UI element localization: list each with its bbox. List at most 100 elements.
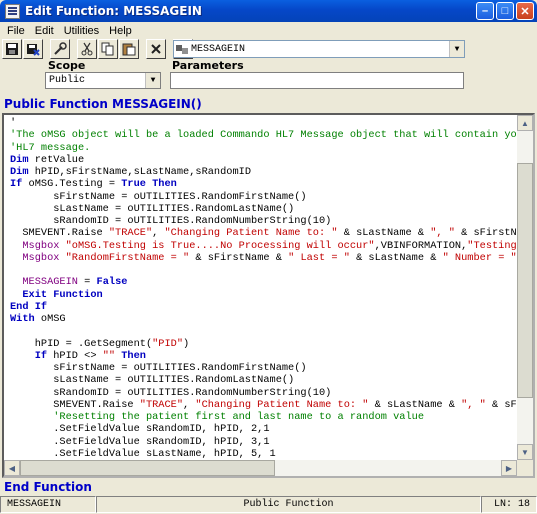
code-line[interactable]: Dim retValue bbox=[10, 153, 533, 166]
procedure-dropdown[interactable]: MESSAGEIN ▼ bbox=[173, 40, 465, 58]
code-line[interactable] bbox=[10, 325, 533, 337]
code-text[interactable]: ' 'The oMSG object will be a loaded Comma… bbox=[10, 117, 533, 472]
code-token: "Changing Patient Name to: " bbox=[164, 227, 338, 240]
code-line[interactable]: SMEVENT.Raise "TRACE", "Changing Patient… bbox=[10, 227, 533, 240]
code-line[interactable]: 'Resetting the patient first and last na… bbox=[10, 411, 533, 423]
scroll-right-icon[interactable]: ▶ bbox=[501, 460, 517, 476]
code-token: , bbox=[152, 227, 165, 240]
code-line[interactable]: .SetFieldValue sRandomID, hPID, 3,1 bbox=[10, 435, 533, 448]
code-line[interactable]: If hPID <> "" Then bbox=[10, 349, 533, 362]
code-line[interactable]: hPID = .GetSegment("PID") bbox=[10, 337, 533, 350]
paste-icon[interactable] bbox=[119, 39, 139, 59]
scope-dropdown[interactable]: Public ▼ bbox=[45, 72, 161, 89]
code-line[interactable]: SMEVENT.Raise "TRACE", "Changing Patient… bbox=[10, 398, 533, 411]
function-header: Public Function MESSAGEIN() bbox=[4, 97, 202, 111]
scroll-thumb[interactable] bbox=[517, 163, 533, 398]
code-token: " Last = " bbox=[288, 251, 350, 264]
code-line[interactable]: sFirstName = oUTILITIES.RandomFirstName(… bbox=[10, 362, 533, 374]
code-token: sFirstName = oUTILITIES.RandomFirstName(… bbox=[10, 362, 307, 374]
code-line[interactable]: With oMSG bbox=[10, 313, 533, 325]
code-line[interactable]: Exit Function bbox=[10, 288, 533, 301]
save-all-icon[interactable] bbox=[23, 39, 43, 59]
code-token: True Then bbox=[121, 178, 177, 191]
code-token: "" bbox=[102, 349, 116, 362]
cut-icon[interactable] bbox=[77, 39, 97, 59]
code-token: & sLastName & bbox=[368, 398, 462, 411]
code-line[interactable]: sFirstName = oUTILITIES.RandomFirstName(… bbox=[10, 190, 533, 203]
hscroll-thumb[interactable] bbox=[20, 460, 275, 476]
minimize-button[interactable]: – bbox=[476, 2, 494, 20]
parameters-input[interactable] bbox=[170, 72, 464, 89]
code-line[interactable]: Msgbox "RandomFirstName = " & sFirstName… bbox=[10, 251, 533, 264]
scope-label: Scope bbox=[48, 59, 86, 72]
code-token: hPID,sFirstName,sLastName,sRandomID bbox=[28, 166, 251, 178]
delete-icon[interactable] bbox=[146, 39, 166, 59]
procedure-icon bbox=[176, 45, 188, 54]
code-line[interactable]: 'HL7 message. bbox=[10, 142, 533, 154]
horizontal-scrollbar[interactable]: ◀ ▶ bbox=[4, 460, 517, 476]
code-token: MESSAGEIN bbox=[10, 276, 78, 289]
menu-file[interactable]: File bbox=[2, 25, 30, 37]
app-icon bbox=[5, 3, 20, 19]
scroll-left-icon[interactable]: ◀ bbox=[4, 460, 20, 476]
code-token: ) bbox=[183, 337, 190, 350]
code-token: sLastName = oUTILITIES.RandomLastName() bbox=[10, 374, 295, 387]
code-token: With bbox=[10, 313, 35, 325]
code-line[interactable]: sLastName = oUTILITIES.RandomLastName() bbox=[10, 374, 533, 387]
code-line[interactable]: sLastName = oUTILITIES.RandomLastName() bbox=[10, 202, 533, 215]
code-token: .SetFieldValue sRandomID, hPID, 3,1 bbox=[10, 435, 270, 448]
code-token: , bbox=[183, 398, 196, 411]
code-token: "PID" bbox=[152, 337, 184, 350]
tools-icon[interactable] bbox=[50, 39, 70, 59]
code-token: ' bbox=[10, 117, 17, 129]
chevron-down-icon[interactable]: ▼ bbox=[145, 73, 160, 88]
chevron-down-icon[interactable]: ▼ bbox=[449, 41, 464, 57]
code-token: Exit Function bbox=[10, 288, 103, 301]
code-token: sRandomID = oUTILITIES.RandomNumberStrin… bbox=[10, 215, 332, 227]
code-line[interactable]: MESSAGEIN = False bbox=[10, 276, 533, 289]
code-line[interactable]: End If bbox=[10, 300, 533, 313]
code-line[interactable]: Msgbox "oMSG.Testing is True....No Proce… bbox=[10, 239, 533, 252]
code-token: "TRACE" bbox=[139, 398, 184, 411]
code-line[interactable]: .SetFieldValue sLastName, hPID, 5, 1 bbox=[10, 448, 533, 460]
code-token: If bbox=[10, 349, 48, 362]
code-token: oMSG.Testing = bbox=[22, 178, 122, 191]
menu-edit[interactable]: Edit bbox=[30, 25, 59, 37]
save-icon[interactable] bbox=[2, 39, 22, 59]
code-token: "oMSG.Testing is True....No Processing w… bbox=[65, 239, 375, 252]
code-line[interactable]: .SetFieldValue sRandomID, hPID, 2,1 bbox=[10, 423, 533, 436]
code-token: & sLastName & bbox=[337, 227, 431, 240]
code-token: " Number = " bbox=[442, 251, 517, 264]
code-editor[interactable]: ' 'The oMSG object will be a loaded Comma… bbox=[2, 113, 535, 478]
code-line[interactable]: Dim hPID,sFirstName,sLastName,sRandomID bbox=[10, 166, 533, 178]
code-token: End If bbox=[10, 300, 48, 313]
maximize-button[interactable]: □ bbox=[496, 2, 514, 20]
code-line[interactable]: sRandomID = oUTILITIES.RandomNumberStrin… bbox=[10, 215, 533, 227]
close-button[interactable]: ✕ bbox=[516, 2, 534, 20]
code-line[interactable]: 'The oMSG object will be a loaded Comman… bbox=[10, 129, 533, 142]
code-line[interactable] bbox=[10, 264, 533, 276]
code-token: "RandomFirstName = " bbox=[65, 251, 190, 264]
menu-help[interactable]: Help bbox=[104, 25, 137, 37]
menu-utilities[interactable]: Utilities bbox=[59, 25, 104, 37]
scroll-down-icon[interactable]: ▼ bbox=[517, 444, 533, 460]
code-token: "TRACE" bbox=[108, 227, 153, 240]
code-token: Msgbox bbox=[10, 239, 66, 252]
copy-icon[interactable] bbox=[98, 39, 118, 59]
function-footer: End Function bbox=[4, 480, 92, 494]
code-token: sLastName = oUTILITIES.RandomLastName() bbox=[10, 202, 295, 215]
window-title: Edit Function: MESSAGEIN bbox=[25, 4, 202, 18]
code-token: ", " bbox=[430, 227, 455, 240]
vertical-scrollbar[interactable]: ▲ ▼ bbox=[517, 115, 533, 460]
code-token: = bbox=[77, 276, 97, 289]
code-token: SMEVENT.Raise bbox=[10, 398, 140, 411]
scroll-up-icon[interactable]: ▲ bbox=[517, 115, 533, 131]
code-token: Dim bbox=[10, 153, 29, 166]
code-line[interactable]: ' bbox=[10, 117, 533, 129]
scope-value: Public bbox=[49, 75, 86, 86]
code-token: .SetFieldValue sRandomID, hPID, 2,1 bbox=[10, 423, 270, 436]
code-token: 'The oMSG object will be a loaded Comman… bbox=[10, 129, 530, 142]
code-token: sFirstName = oUTILITIES.RandomFirstName(… bbox=[10, 190, 307, 203]
code-line[interactable]: sRandomID = oUTILITIES.RandomNumberStrin… bbox=[10, 387, 533, 399]
code-line[interactable]: If oMSG.Testing = True Then bbox=[10, 178, 533, 191]
